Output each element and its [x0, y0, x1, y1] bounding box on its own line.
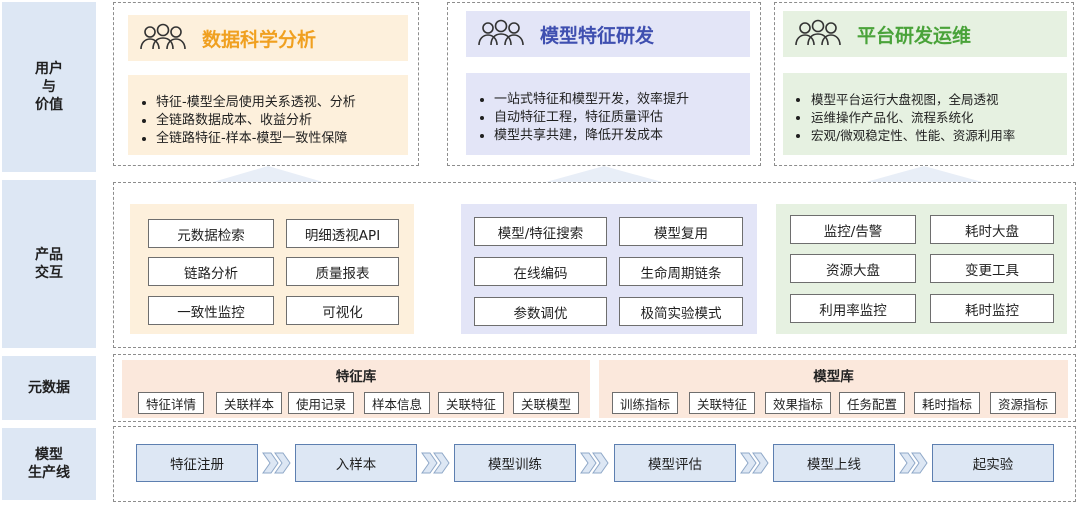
row-label-metadata: 元数据 [2, 356, 96, 420]
value-card-bullets: 模型平台运行大盘视图，全局透视 运维操作产品化、流程系统化 宏观/微观稳定性、性… [783, 73, 1067, 155]
latency-monitor-button[interactable]: 耗时监控 [930, 294, 1054, 323]
value-card-title: 数据科学分析 [202, 28, 317, 51]
bullet-item: 自动特征工程，特征质量评估 [494, 109, 750, 127]
related-model-tag[interactable]: 关联模型 [513, 392, 579, 414]
pipeline-step-deploy[interactable]: 模型上线 [773, 444, 895, 482]
value-card-title-bar: 模型特征研发 [466, 11, 750, 57]
bullet-item: 运维操作产品化、流程系统化 [811, 109, 1067, 127]
metadata-search-button[interactable]: 元数据检索 [148, 219, 274, 248]
resource-metrics-tag[interactable]: 资源指标 [990, 392, 1056, 414]
up-arrow-icon [866, 166, 982, 182]
row-label-product: 产品 交互 [2, 180, 96, 348]
bullet-item: 特征-模型全局使用关系透视、分析 [156, 94, 408, 112]
usage-record-tag[interactable]: 使用记录 [288, 392, 354, 414]
quality-report-button[interactable]: 质量报表 [286, 257, 399, 286]
utilization-monitor-button[interactable]: 利用率监控 [790, 294, 916, 323]
pipeline-step-train[interactable]: 模型训练 [454, 444, 576, 482]
up-arrow-icon [213, 166, 323, 182]
value-card-data-science: 数据科学分析 特征-模型全局使用关系透视、分析 全链路数据成本、收益分析 全链路… [113, 2, 419, 166]
feature-library-title: 特征库 [335, 369, 377, 385]
model-library: 模型库 训练指标 关联特征 效果指标 任务配置 耗时指标 资源指标 [599, 360, 1068, 418]
related-feature-tag[interactable]: 关联特征 [438, 392, 504, 414]
bullet-item: 全链路特征-样本-模型一致性保障 [156, 130, 408, 148]
value-card-title: 平台研发运维 [857, 24, 972, 47]
feature-library: 特征库 特征详情 关联样本 使用记录 样本信息 关联特征 关联模型 [122, 360, 590, 418]
row-label-users: 用户 与 价值 [2, 2, 96, 172]
related-sample-tag[interactable]: 关联样本 [216, 392, 282, 414]
product-group-analysis: 元数据检索 明细透视API 链路分析 质量报表 一致性监控 可视化 [130, 204, 414, 334]
lifecycle-chain-button[interactable]: 生命周期链条 [619, 257, 743, 286]
model-reuse-button[interactable]: 模型复用 [619, 217, 743, 246]
product-group-ops: 监控/告警 耗时大盘 资源大盘 变更工具 利用率监控 耗时监控 [776, 204, 1067, 334]
pipeline-step-feature-register[interactable]: 特征注册 [136, 444, 258, 482]
team-icon [138, 23, 188, 53]
model-feature-search-button[interactable]: 模型/特征搜索 [474, 217, 607, 246]
chevron-right-icon [262, 448, 292, 478]
minimal-experiment-button[interactable]: 极简实验模式 [619, 297, 743, 326]
bullet-item: 模型平台运行大盘视图，全局透视 [811, 91, 1067, 109]
bullet-item: 宏观/微观稳定性、性能、资源利用率 [811, 127, 1067, 145]
visualization-button[interactable]: 可视化 [286, 296, 399, 325]
value-card-title-bar: 平台研发运维 [783, 11, 1067, 57]
feature-detail-tag[interactable]: 特征详情 [138, 392, 204, 414]
value-card-bullets: 一站式特征和模型开发，效率提升 自动特征工程，特征质量评估 模型共享共建，降低开… [466, 73, 750, 155]
bullet-item: 模型共享共建，降低开发成本 [494, 127, 750, 145]
resource-dashboard-button[interactable]: 资源大盘 [790, 254, 916, 283]
chevron-right-icon [580, 448, 610, 478]
model-library-title: 模型库 [813, 369, 854, 385]
task-config-tag[interactable]: 任务配置 [839, 392, 905, 414]
product-group-dev: 模型/特征搜索 模型复用 在线编码 生命周期链条 参数调优 极简实验模式 [461, 204, 757, 334]
latency-metrics-tag[interactable]: 耗时指标 [914, 392, 980, 414]
change-tool-button[interactable]: 变更工具 [930, 254, 1054, 283]
chevron-right-icon [421, 448, 451, 478]
chevron-right-icon [740, 448, 770, 478]
bullet-item: 一站式特征和模型开发，效率提升 [494, 91, 750, 109]
training-metrics-tag[interactable]: 训练指标 [612, 392, 678, 414]
team-icon [476, 19, 526, 49]
consistency-monitor-button[interactable]: 一致性监控 [148, 296, 274, 325]
detail-api-button[interactable]: 明细透视API [286, 219, 399, 248]
chevron-right-icon [899, 448, 929, 478]
pipeline-step-experiment[interactable]: 起实验 [932, 444, 1054, 482]
param-tuning-button[interactable]: 参数调优 [474, 297, 607, 326]
online-coding-button[interactable]: 在线编码 [474, 257, 607, 286]
pipeline-step-sample[interactable]: 入样本 [295, 444, 417, 482]
value-card-title-bar: 数据科学分析 [128, 15, 408, 61]
value-card-platform-ops: 平台研发运维 模型平台运行大盘视图，全局透视 运维操作产品化、流程系统化 宏观/… [774, 2, 1074, 166]
monitor-alert-button[interactable]: 监控/告警 [790, 215, 916, 244]
pipeline-step-evaluate[interactable]: 模型评估 [614, 444, 736, 482]
effect-metrics-tag[interactable]: 效果指标 [765, 392, 831, 414]
row-label-pipeline: 模型 生产线 [2, 428, 96, 500]
team-icon [793, 19, 843, 49]
value-card-model-feature: 模型特征研发 一站式特征和模型开发，效率提升 自动特征工程，特征质量评估 模型共… [447, 2, 761, 166]
bullet-item: 全链路数据成本、收益分析 [156, 112, 408, 130]
related-feature-tag[interactable]: 关联特征 [689, 392, 755, 414]
latency-dashboard-button[interactable]: 耗时大盘 [930, 215, 1054, 244]
value-card-title: 模型特征研发 [540, 24, 655, 47]
sample-info-tag[interactable]: 样本信息 [364, 392, 430, 414]
up-arrow-icon [546, 166, 662, 182]
lineage-analysis-button[interactable]: 链路分析 [148, 257, 274, 286]
value-card-bullets: 特征-模型全局使用关系透视、分析 全链路数据成本、收益分析 全链路特征-样本-模… [128, 75, 408, 155]
